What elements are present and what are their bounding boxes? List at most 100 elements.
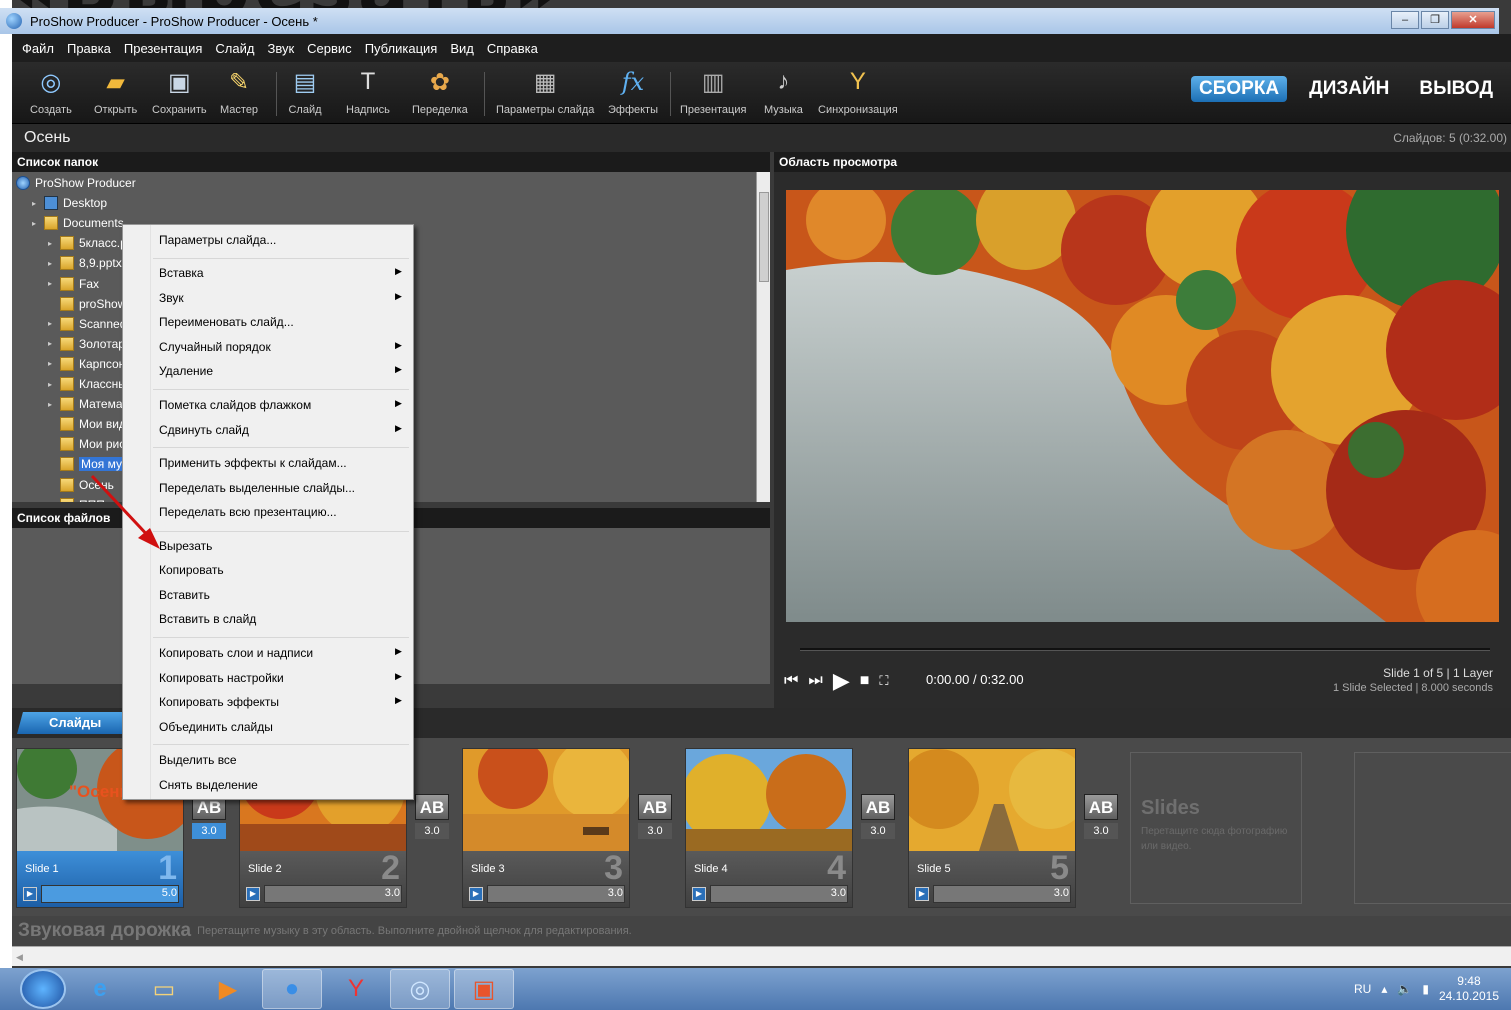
minimize-button[interactable]: – <box>1391 11 1419 29</box>
expand-arrow-icon[interactable]: ▸ <box>48 380 60 389</box>
expand-arrow-icon[interactable]: ▸ <box>48 359 60 368</box>
wizard-button[interactable]: ✎ Мастер <box>220 66 258 122</box>
menu-presentation[interactable]: Презентация <box>124 41 203 56</box>
menu-slide[interactable]: Слайд <box>215 41 254 56</box>
slide-duration[interactable]: 3.0 <box>1054 887 1069 899</box>
slide-card[interactable]: Slide 3 3 ▶ 3.0 <box>462 748 630 908</box>
menu-sound[interactable]: Звук <box>267 41 294 56</box>
transition[interactable]: AB 3.0 <box>415 794 451 848</box>
fullscreen-icon[interactable]: ⛶ <box>879 673 888 689</box>
ie-icon[interactable]: e <box>70 969 130 1009</box>
slide-duration[interactable]: 3.0 <box>385 887 400 899</box>
menu-publish[interactable]: Публикация <box>365 41 438 56</box>
context-menu-item[interactable]: Случайный порядок ▶ <box>159 340 402 354</box>
transition-duration[interactable]: 3.0 <box>192 823 226 839</box>
expand-arrow-icon[interactable]: ▸ <box>32 199 44 208</box>
context-menu-item[interactable]: Вставить <box>159 588 210 602</box>
caption-button[interactable]: T Надпись <box>346 66 390 122</box>
music-button[interactable]: ♪ Музыка <box>764 66 803 122</box>
slide-duration[interactable]: 3.0 <box>831 887 846 899</box>
slide-duration[interactable]: 3.0 <box>608 887 623 899</box>
media-player-icon[interactable]: ▶ <box>198 969 258 1009</box>
expand-arrow-icon[interactable]: ▸ <box>48 279 60 288</box>
folder-item[interactable]: ▸ Fax <box>48 274 99 294</box>
horizontal-scrollbar[interactable]: ◀ <box>12 946 1511 966</box>
context-menu-item[interactable]: Вставка ▶ <box>159 266 402 280</box>
folder-scrollbar[interactable] <box>756 172 770 502</box>
context-menu-item[interactable]: Копировать настройки ▶ <box>159 671 402 685</box>
folder-item[interactable]: ППП.eek <box>48 495 128 502</box>
sync-button[interactable]: Y Синхронизация <box>818 66 898 122</box>
tab-slides[interactable]: Слайды <box>17 712 133 734</box>
transition-duration[interactable]: 3.0 <box>638 823 672 839</box>
seek-bar[interactable] <box>800 648 1490 651</box>
context-menu-item[interactable]: Переделать выделенные слайды... <box>159 481 355 495</box>
folder-item[interactable]: ProShow Producer <box>16 173 136 193</box>
slide-dropzone-empty[interactable] <box>1354 752 1511 904</box>
menu-edit[interactable]: Правка <box>67 41 111 56</box>
slide-options-button[interactable]: ▦ Параметры слайда <box>496 66 594 122</box>
context-menu-item[interactable]: Вырезать <box>159 539 212 553</box>
context-menu-item[interactable]: Звук ▶ <box>159 291 402 305</box>
transition-icon[interactable]: AB <box>1084 794 1118 820</box>
transition[interactable]: AB 3.0 <box>192 794 228 848</box>
context-menu-item[interactable]: Удаление ▶ <box>159 364 402 378</box>
language-indicator[interactable]: RU <box>1354 982 1371 996</box>
expand-arrow-icon[interactable]: ▸ <box>48 239 60 248</box>
context-menu-item[interactable]: Вставить в слайд <box>159 612 256 626</box>
transition-icon[interactable]: AB <box>638 794 672 820</box>
clock[interactable]: 9:48 24.10.2015 <box>1439 974 1499 1004</box>
transition-icon[interactable]: AB <box>861 794 895 820</box>
menu-file[interactable]: Файл <box>22 41 54 56</box>
add-slide-button[interactable]: ▤ Слайд <box>288 66 322 122</box>
transition-duration[interactable]: 3.0 <box>861 823 895 839</box>
scroll-left-icon[interactable]: ◀ <box>16 952 23 962</box>
expand-arrow-icon[interactable]: ▸ <box>48 400 60 409</box>
folder-item[interactable]: ▸ 8,9.pptx <box>48 253 122 273</box>
menu-view[interactable]: Вид <box>450 41 474 56</box>
transition[interactable]: AB 3.0 <box>638 794 674 848</box>
menu-help[interactable]: Справка <box>487 41 538 56</box>
stop-icon[interactable]: ■ <box>860 672 870 690</box>
slide-duration[interactable]: 5.0 <box>162 887 177 899</box>
folder-item[interactable]: ▸ Documents <box>32 213 124 233</box>
context-menu-item[interactable]: Выделить все <box>159 753 237 767</box>
play-icon[interactable]: ▶ <box>915 887 929 901</box>
audio-track[interactable]: Звуковая дорожка Перетащите музыку в эту… <box>12 916 1511 946</box>
mode-design-tab[interactable]: ДИЗАЙН <box>1301 78 1397 100</box>
context-menu-item[interactable]: Копировать <box>159 563 224 577</box>
step-forward-icon[interactable]: ⏭ <box>808 672 822 690</box>
expand-arrow-icon[interactable]: ▸ <box>48 339 60 348</box>
network-icon[interactable]: ▮ <box>1422 982 1429 996</box>
skip-back-icon[interactable]: ⏮ <box>784 672 798 690</box>
proshow-icon[interactable]: ◎ <box>390 969 450 1009</box>
speaker-tray-icon[interactable]: 🔈 <box>1397 982 1412 996</box>
context-menu-item[interactable]: Объединить слайды <box>159 720 273 734</box>
context-menu-item[interactable]: Копировать эффекты ▶ <box>159 695 402 709</box>
mode-build-tab[interactable]: СБОРКА <box>1191 76 1288 102</box>
context-menu-item[interactable]: Переименовать слайд... <box>159 315 294 329</box>
scroll-thumb[interactable] <box>759 192 769 282</box>
browser-icon[interactable]: ● <box>262 969 322 1009</box>
slide-dropzone[interactable]: Slides Перетащите сюда фотографию или ви… <box>1130 752 1302 904</box>
play-icon[interactable]: ▶ <box>833 668 850 694</box>
context-menu-item[interactable]: Снять выделение <box>159 778 258 792</box>
context-menu-item[interactable]: Пометка слайдов флажком ▶ <box>159 398 402 412</box>
start-button[interactable] <box>20 969 66 1009</box>
open-button[interactable]: ▰ Открыть <box>94 66 137 122</box>
transition-duration[interactable]: 3.0 <box>1084 823 1118 839</box>
maximize-button[interactable]: ❐ <box>1421 11 1449 29</box>
expand-arrow-icon[interactable]: ▸ <box>48 319 60 328</box>
expand-arrow-icon[interactable]: ▸ <box>32 219 44 228</box>
close-button[interactable]: ✕ <box>1451 11 1495 29</box>
remake-button[interactable]: ✿ Переделка <box>412 66 468 122</box>
mode-output-tab[interactable]: ВЫВОД <box>1411 78 1501 100</box>
folder-item[interactable]: ▸ Desktop <box>32 193 107 213</box>
context-menu-item[interactable]: Копировать слои и надписи ▶ <box>159 646 402 660</box>
explorer-icon[interactable]: ▭ <box>134 969 194 1009</box>
context-menu-item[interactable]: Применить эффекты к слайдам... <box>159 456 347 470</box>
tray-expand-icon[interactable]: ▴ <box>1381 982 1387 996</box>
folder-item[interactable]: ▸ Классный <box>48 374 134 394</box>
transition[interactable]: AB 3.0 <box>1084 794 1120 848</box>
yandex-icon[interactable]: Y <box>326 969 386 1009</box>
